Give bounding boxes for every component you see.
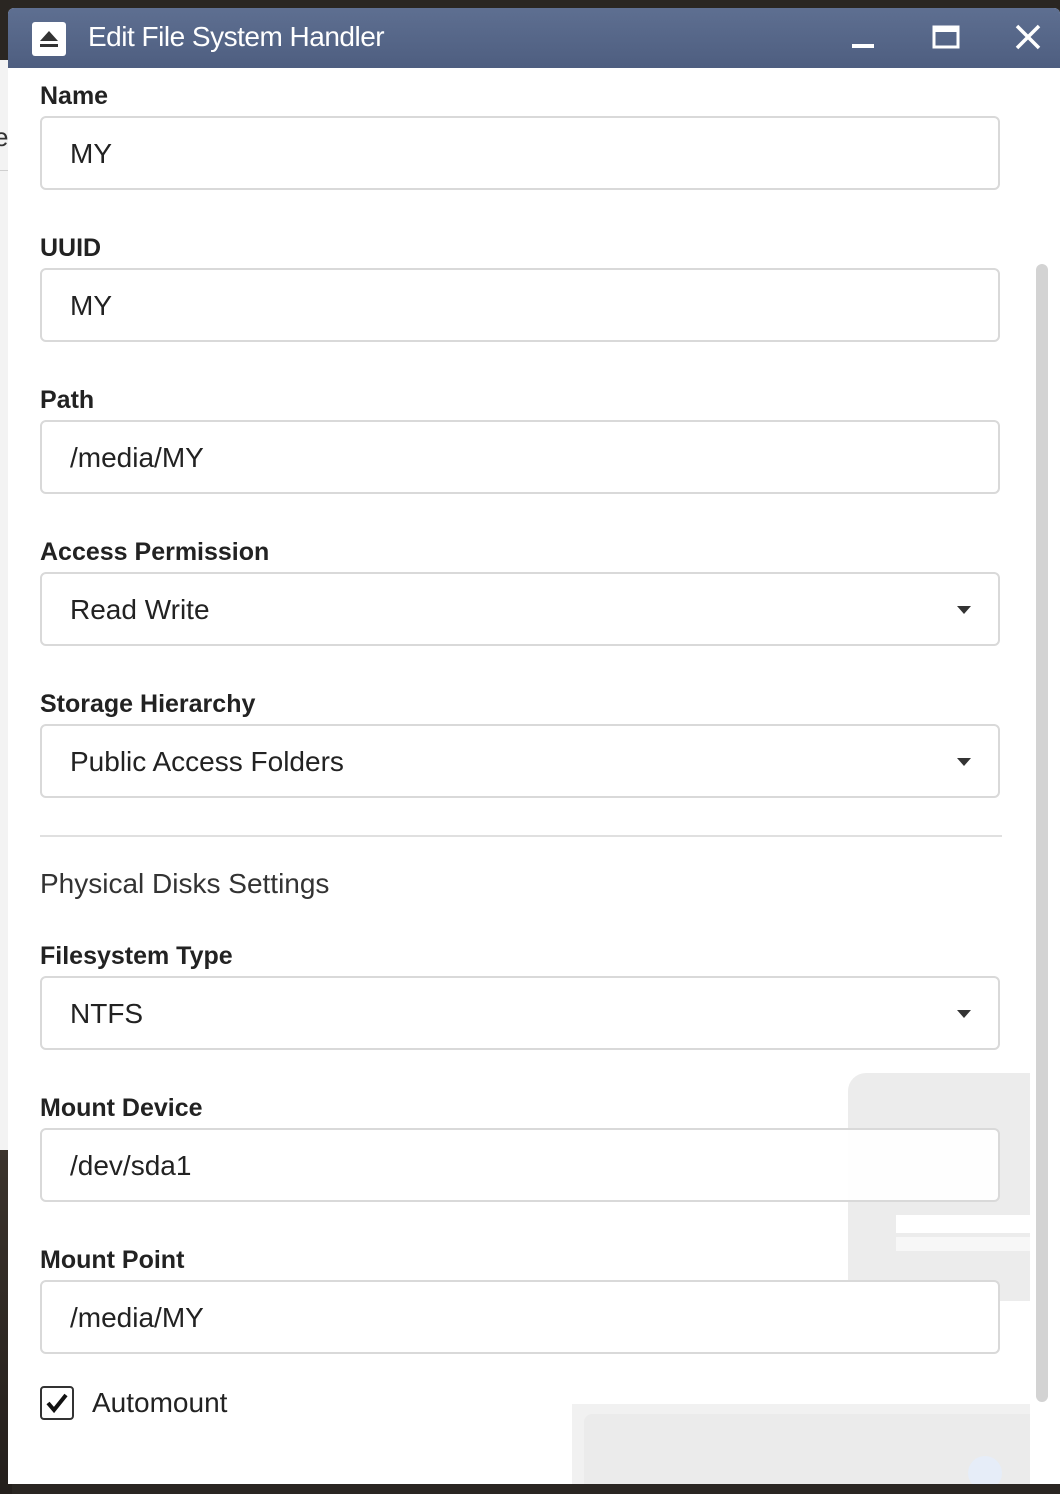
- filesystem-type-select[interactable]: NTFS: [40, 976, 1000, 1050]
- minimize-icon: [852, 44, 874, 48]
- background-illustration-base: [572, 1404, 1030, 1484]
- filesystem-type-value: NTFS: [70, 998, 144, 1029]
- path-value: /media/MY: [70, 442, 204, 473]
- maximize-button[interactable]: [926, 20, 966, 56]
- illustration-bar: [896, 1237, 1030, 1251]
- access-permission-label: Access Permission: [40, 538, 270, 566]
- window-titlebar[interactable]: Edit File System Handler: [8, 8, 1060, 68]
- caret-down-icon: [957, 1010, 971, 1018]
- caret-down-icon: [957, 758, 971, 766]
- caret-down-icon: [957, 606, 971, 614]
- path-input[interactable]: /media/MY: [40, 420, 1000, 494]
- physical-disks-settings-heading: Physical Disks Settings: [40, 868, 330, 899]
- uuid-label: UUID: [40, 234, 102, 262]
- form-content: Name MY UUID MY Path /media/MY Access Pe…: [8, 68, 1048, 1484]
- mount-point-value: /media/MY: [70, 1302, 204, 1333]
- access-permission-value: Read Write: [70, 594, 210, 625]
- close-button[interactable]: [1008, 20, 1048, 56]
- mount-point-input[interactable]: /media/MY: [40, 1280, 1000, 1354]
- mount-device-value: /dev/sda1: [70, 1150, 192, 1181]
- illustration-bar: [896, 1215, 1030, 1233]
- section-divider: [40, 835, 1002, 837]
- edit-file-system-handler-window: Edit File System Handler Name MY UUID MY…: [8, 8, 1060, 1484]
- uuid-value: MY: [70, 290, 112, 321]
- mount-point-label: Mount Point: [40, 1246, 185, 1274]
- path-label: Path: [40, 386, 95, 414]
- storage-hierarchy-select[interactable]: Public Access Folders: [40, 724, 1000, 798]
- automount-checkbox[interactable]: [40, 1386, 74, 1420]
- mount-device-label: Mount Device: [40, 1094, 203, 1122]
- window-title: Edit File System Handler: [88, 21, 385, 52]
- storage-hierarchy-label: Storage Hierarchy: [40, 690, 256, 718]
- minimize-button[interactable]: [843, 20, 883, 56]
- uuid-input[interactable]: MY: [40, 268, 1000, 342]
- storage-hierarchy-value: Public Access Folders: [70, 746, 344, 777]
- background-illustration-dot: [968, 1456, 1002, 1484]
- vertical-scrollbar[interactable]: [1036, 264, 1048, 1402]
- eject-icon: [32, 22, 66, 56]
- filesystem-type-label: Filesystem Type: [40, 942, 233, 970]
- mount-device-input[interactable]: /dev/sda1: [40, 1128, 1000, 1202]
- name-input[interactable]: MY: [40, 116, 1000, 190]
- illustration-panel: [584, 1414, 1030, 1484]
- name-label: Name: [40, 82, 109, 110]
- close-icon: [1015, 24, 1041, 50]
- name-value: MY: [70, 138, 112, 169]
- automount-label[interactable]: Automount: [92, 1386, 227, 1420]
- check-icon: [46, 1393, 68, 1414]
- access-permission-select[interactable]: Read Write: [40, 572, 1000, 646]
- maximize-icon: [932, 25, 960, 49]
